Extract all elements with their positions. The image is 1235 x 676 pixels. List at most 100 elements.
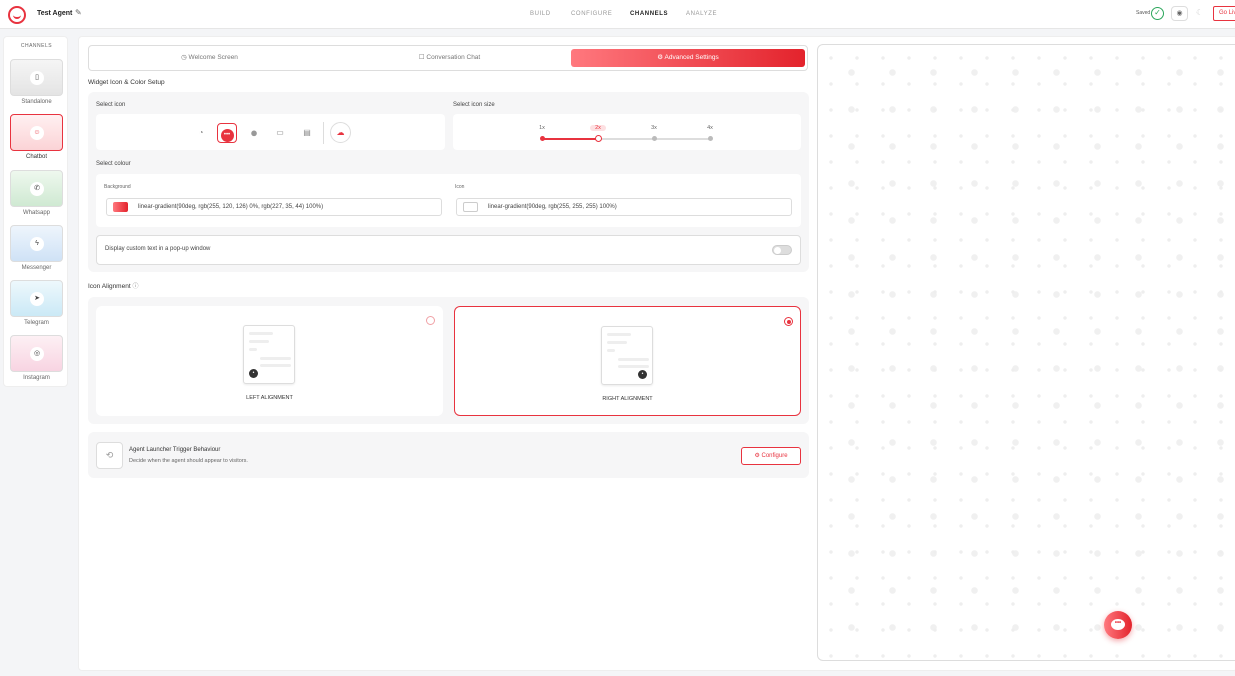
tab-welcome-screen[interactable]: ◷ Welcome Screen bbox=[92, 49, 327, 67]
whatsapp-icon: ✆ bbox=[30, 182, 44, 196]
icon-size-fill bbox=[542, 138, 598, 140]
trigger-icon: ⟲ bbox=[96, 442, 123, 469]
mock-line bbox=[260, 364, 291, 367]
go-live-button[interactable]: Go Live bbox=[1213, 6, 1235, 21]
brand-logo-icon[interactable] bbox=[8, 6, 26, 24]
icon-option-chat-bubble[interactable]: ••• bbox=[217, 123, 237, 143]
right-alignment-label: RIGHT ALIGNMENT bbox=[602, 396, 653, 402]
gear-icon: ⚙ bbox=[754, 453, 762, 459]
channel-messenger[interactable]: ϟ bbox=[10, 225, 63, 262]
theme-toggle-icon[interactable]: ☾ bbox=[1196, 8, 1203, 17]
select-icon-size-label: Select icon size bbox=[453, 102, 495, 108]
icon-option-logo[interactable]: ◔ bbox=[191, 123, 211, 143]
select-colour-label: Select colour bbox=[96, 161, 131, 167]
mock-line bbox=[249, 348, 257, 351]
chat-launcher-button[interactable]: ••• bbox=[1104, 611, 1132, 639]
channel-label: Instagram bbox=[23, 375, 50, 381]
size-4x-label[interactable]: 4x bbox=[702, 125, 718, 131]
tab-label: Advanced Settings bbox=[664, 54, 719, 61]
configure-button-label: Configure bbox=[761, 453, 788, 459]
icon-alignment-title: Icon Alignment ⓘ bbox=[88, 281, 138, 290]
icon-alignment-title-text: Icon Alignment bbox=[88, 283, 131, 290]
channel-whatsapp[interactable]: ✆ bbox=[10, 170, 63, 207]
icon-size-slider-box bbox=[453, 114, 801, 150]
mock-line bbox=[260, 357, 291, 360]
popup-text-label: Display custom text in a pop-up window bbox=[105, 246, 211, 252]
channel-telegram[interactable]: ➤ bbox=[10, 280, 63, 317]
tab-advanced-settings[interactable]: ⚙ Advanced Settings bbox=[571, 49, 805, 67]
channel-chatbot[interactable]: ☺ bbox=[10, 114, 63, 151]
agent-name: Test Agent bbox=[37, 10, 73, 17]
left-alignment-option[interactable]: • LEFT ALIGNMENT bbox=[96, 306, 443, 416]
channel-label: Messenger bbox=[21, 265, 52, 271]
right-alignment-preview: • bbox=[601, 326, 653, 385]
tab-conversation-chat[interactable]: ☐ Conversation Chat bbox=[332, 49, 567, 67]
icon-colour-input[interactable]: linear-gradient(90deg, rgb(255, 255, 255… bbox=[456, 198, 792, 216]
size-2x-label[interactable]: 2x bbox=[590, 125, 606, 131]
icon-option-circle[interactable]: ● bbox=[244, 123, 264, 143]
upload-icon-button[interactable]: ☁ bbox=[330, 122, 351, 143]
top-bar: Test Agent ✎ BUILD CONFIGURE CHANNELS AN… bbox=[0, 0, 1235, 29]
nav-configure[interactable]: CONFIGURE bbox=[571, 11, 612, 17]
launcher-bubble-icon: • bbox=[638, 370, 647, 379]
left-alignment-preview: • bbox=[243, 325, 295, 384]
configure-button[interactable]: ⚙ Configure bbox=[741, 447, 801, 465]
mock-line bbox=[618, 358, 649, 361]
icon-picker-divider bbox=[323, 122, 324, 144]
tab-label: Conversation Chat bbox=[426, 54, 481, 61]
icon-option-comments[interactable]: ▤ bbox=[297, 123, 317, 143]
launcher-bubble-icon: • bbox=[249, 369, 258, 378]
size-step-1x[interactable] bbox=[540, 136, 545, 141]
trigger-behaviour-section bbox=[88, 432, 809, 478]
channel-label: Whatsapp bbox=[22, 210, 50, 216]
info-icon[interactable]: ⓘ bbox=[132, 284, 138, 290]
size-1x-label[interactable]: 1x bbox=[534, 125, 550, 131]
preview-eye-button[interactable]: ◉ bbox=[1171, 6, 1188, 21]
mock-line bbox=[249, 340, 269, 343]
widget-preview-area bbox=[817, 44, 1235, 661]
settings-tabs: ◷ Welcome Screen ☐ Conversation Chat ⚙ A… bbox=[88, 45, 808, 71]
right-alignment-radio[interactable] bbox=[784, 317, 793, 326]
channel-label: Standalone bbox=[21, 99, 52, 105]
icon-size-thumb[interactable] bbox=[595, 135, 602, 142]
widget-setup-title: Widget Icon & Color Setup bbox=[88, 79, 165, 86]
check-circle-icon: ✓ bbox=[1151, 7, 1164, 20]
select-icon-label: Select icon bbox=[96, 102, 126, 108]
popup-text-toggle[interactable] bbox=[772, 245, 792, 255]
nav-channels[interactable]: CHANNELS bbox=[630, 11, 668, 17]
nav-analyze[interactable]: ANALYZE bbox=[686, 11, 717, 17]
mock-line bbox=[607, 349, 615, 352]
telegram-icon: ➤ bbox=[30, 292, 44, 306]
nav-build[interactable]: BUILD bbox=[530, 11, 551, 17]
chat-bubble-icon: ••• bbox=[1111, 619, 1125, 630]
mock-line bbox=[607, 341, 627, 344]
trigger-description: Decide when the agent should appear to v… bbox=[129, 458, 248, 464]
left-alignment-radio[interactable] bbox=[426, 316, 435, 325]
channel-label: Chatbot bbox=[25, 154, 47, 160]
gear-icon: ⚙ bbox=[657, 54, 665, 61]
channel-instagram[interactable]: ◎ bbox=[10, 335, 63, 372]
channel-label: Telegram bbox=[24, 320, 49, 326]
chat-bubble-icon: ••• bbox=[220, 129, 234, 142]
icon-option-comment[interactable]: ▭ bbox=[270, 123, 290, 143]
background-swatch[interactable] bbox=[113, 202, 128, 212]
background-label: Background bbox=[104, 184, 131, 190]
instagram-icon: ◎ bbox=[30, 347, 44, 361]
right-alignment-option[interactable]: • RIGHT ALIGNMENT bbox=[454, 306, 801, 416]
size-step-4x[interactable] bbox=[708, 136, 713, 141]
icon-colour-label: Icon bbox=[455, 184, 465, 190]
messenger-icon: ϟ bbox=[30, 237, 44, 251]
clock-icon: ◷ bbox=[181, 54, 189, 61]
mock-line bbox=[607, 333, 631, 336]
size-step-3x[interactable] bbox=[652, 136, 657, 141]
background-colour-input[interactable]: linear-gradient(90deg, rgb(255, 120, 126… bbox=[106, 198, 442, 216]
tab-label: Welcome Screen bbox=[188, 54, 238, 61]
size-3x-label[interactable]: 3x bbox=[646, 125, 662, 131]
channel-standalone[interactable]: ▯ bbox=[10, 59, 63, 96]
edit-pencil-icon[interactable]: ✎ bbox=[75, 8, 82, 17]
background-colour-value: linear-gradient(90deg, rgb(255, 120, 126… bbox=[138, 204, 324, 210]
icon-swatch[interactable] bbox=[463, 202, 478, 212]
mock-line bbox=[249, 332, 273, 335]
saved-status: Saved bbox=[1136, 10, 1151, 16]
mock-line bbox=[618, 365, 649, 368]
